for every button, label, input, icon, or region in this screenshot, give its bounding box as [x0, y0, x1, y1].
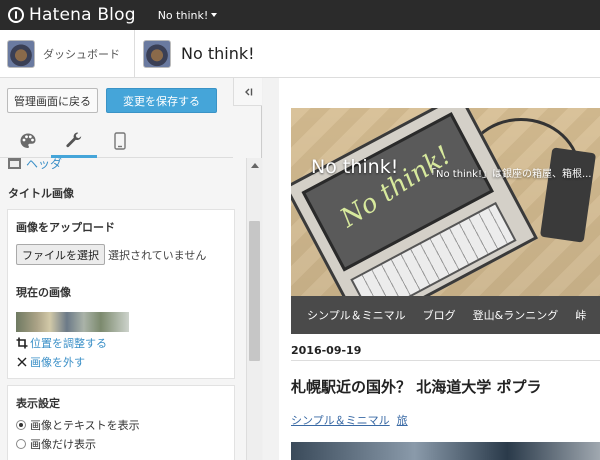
header-blog-title[interactable]: No think!: [311, 156, 398, 178]
post-image: [291, 442, 600, 460]
title-image-heading: タイトル画像: [8, 187, 74, 200]
post-categories: シンプル＆ミニマル 旅: [291, 412, 415, 428]
blog-title: No think!: [181, 44, 255, 63]
close-icon: [17, 357, 27, 367]
display-settings-card: 表示設定 画像とテキストを表示 画像だけ表示: [7, 385, 235, 460]
collapse-left-icon: [245, 88, 253, 95]
header-image[interactable]: No think! No think! 「No think!」は銀座の箱屋、箱根…: [291, 108, 600, 296]
radio-selected[interactable]: [16, 420, 26, 430]
display-settings-label: 表示設定: [16, 397, 60, 410]
editor-tabs: [0, 124, 233, 158]
current-image-thumbnail: [16, 312, 129, 332]
back-to-admin-button[interactable]: 管理画面に戻る: [7, 88, 98, 113]
file-upload-row: ファイルを選択 選択されていません: [16, 244, 226, 265]
post-date[interactable]: 2016-09-19: [291, 344, 361, 357]
display-option-image-and-text[interactable]: 画像とテキストを表示: [16, 417, 226, 433]
blog-switcher-label: No think!: [157, 8, 209, 22]
save-changes-button[interactable]: 変更を保存する: [106, 88, 217, 113]
collapse-panel-button[interactable]: [233, 78, 262, 106]
remove-image-link[interactable]: 画像を外す: [16, 354, 226, 370]
nav-item-mountain-running[interactable]: 登山&ランニング: [473, 307, 559, 323]
caret-down-icon: [211, 13, 218, 17]
user-avatar: [7, 39, 35, 68]
section-header-label: ヘッダ: [26, 158, 63, 171]
scroll-thumb[interactable]: [249, 221, 260, 361]
dashboard-label: ダッシュボード: [43, 47, 120, 61]
sub-bar: ダッシュボード No think!: [0, 30, 600, 78]
hatena-logo-icon: [8, 7, 24, 23]
top-bar: Hatena Blog No think!: [0, 0, 600, 30]
dashboard-link[interactable]: ダッシュボード: [0, 30, 135, 77]
header-section-icon: [8, 158, 21, 169]
adjust-position-label: 位置を調整する: [30, 337, 107, 350]
header-description: 「No think!」は銀座の箱屋、箱根...: [426, 169, 592, 180]
scroll-up-button[interactable]: [247, 158, 263, 172]
nav-item-pass[interactable]: 峠: [575, 307, 586, 323]
tab-design[interactable]: [5, 124, 51, 158]
display-option-label: 画像だけ表示: [30, 438, 96, 451]
wrench-icon: [66, 132, 82, 147]
screen-text: No think!: [335, 140, 457, 234]
file-status-text: 選択されていません: [108, 248, 207, 262]
choose-file-button[interactable]: ファイルを選択: [16, 244, 105, 265]
editor-button-row: 管理画面に戻る 変更を保存する: [0, 78, 261, 113]
crop-icon: [16, 337, 28, 349]
tab-smartphone[interactable]: [97, 124, 143, 158]
blog-switcher[interactable]: No think!: [158, 9, 218, 22]
tab-customize[interactable]: [51, 124, 97, 158]
nav-item-blog[interactable]: ブログ: [423, 307, 456, 323]
current-image-label: 現在の画像: [16, 286, 71, 299]
blog-avatar: [143, 39, 171, 68]
editor-scroll-area[interactable]: ヘッダ タイトル画像 画像をアップロード ファイルを選択 選択されていません 現…: [0, 158, 246, 460]
smartphone-icon: [114, 132, 126, 150]
hatena-logo[interactable]: Hatena Blog: [0, 5, 136, 25]
editor-scrollbar[interactable]: [246, 158, 262, 460]
display-option-label: 画像とテキストを表示: [30, 419, 140, 432]
post-title[interactable]: 札幌駅近の国外？ 北海道大学 ポプラ: [291, 376, 541, 397]
divider: [291, 360, 600, 361]
nav-item-simple-minimal[interactable]: シンプル＆ミニマル: [307, 307, 406, 323]
arrow-up-icon: [251, 163, 259, 168]
radio-unselected[interactable]: [16, 439, 26, 449]
category-nav: シンプル＆ミニマル ブログ 登山&ランニング 峠: [291, 296, 600, 334]
display-option-image-only[interactable]: 画像だけ表示: [16, 436, 226, 452]
remove-image-label: 画像を外す: [30, 356, 85, 369]
adjust-position-link[interactable]: 位置を調整する: [16, 335, 226, 351]
preview-page: No think! No think! 「No think!」は銀座の箱屋、箱根…: [279, 78, 600, 460]
blog-title-area: No think!: [135, 39, 255, 68]
upload-label: 画像をアップロード: [16, 221, 115, 234]
title-image-card: 画像をアップロード ファイルを選択 選択されていません 現在の画像 位置を調整す…: [7, 209, 235, 379]
section-header-toggle[interactable]: ヘッダ: [0, 158, 246, 172]
palette-icon: [20, 133, 36, 148]
category-link[interactable]: 旅: [397, 412, 408, 428]
design-editor-panel: 管理画面に戻る 変更を保存する ヘッダ タイトル画像 画像をアップロード ファイ…: [0, 78, 262, 460]
logo-text: Hatena Blog: [29, 5, 136, 25]
blog-preview: No think! No think! 「No think!」は銀座の箱屋、箱根…: [263, 78, 600, 460]
category-link[interactable]: シンプル＆ミニマル: [291, 412, 390, 428]
